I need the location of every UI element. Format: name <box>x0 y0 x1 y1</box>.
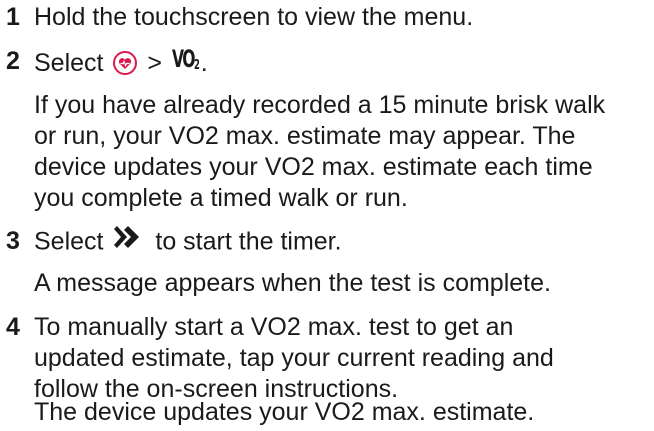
step-text: updated estimate, tap your current readi… <box>34 344 554 372</box>
double-chevron-right-icon <box>110 224 148 258</box>
vo2-icon: VO2 <box>172 44 200 81</box>
vo2-subscript: 2 <box>194 58 200 73</box>
separator: > <box>147 49 162 78</box>
vo2-label: VO <box>171 45 195 73</box>
step-text: Select > VO2. <box>34 44 208 83</box>
step-number: 2 <box>6 47 20 75</box>
period: . <box>200 49 208 78</box>
select-label: Select <box>34 227 104 256</box>
detail-text: A message appears when the test is compl… <box>34 269 551 297</box>
step-text: Select to start the timer. <box>34 226 342 260</box>
step-suffix: to start the timer. <box>155 227 342 256</box>
heart-rate-icon <box>113 50 138 75</box>
detail-text: or run, your VO2 max. estimate may appea… <box>34 122 576 150</box>
step-number: 3 <box>6 227 20 255</box>
detail-text: The device updates your VO2 max. estimat… <box>34 398 535 426</box>
detail-text: If you have already recorded a 15 minute… <box>34 91 606 119</box>
step-text: To manually start a VO2 max. test to get… <box>34 313 514 341</box>
detail-text: you complete a timed walk or run. <box>34 184 408 212</box>
step-text: Hold the touchscreen to view the menu. <box>34 3 474 31</box>
step-number: 1 <box>6 3 20 31</box>
select-label: Select <box>34 49 104 78</box>
detail-text: device updates your VO2 max. estimate ea… <box>34 153 593 181</box>
step-number: 4 <box>6 313 20 341</box>
